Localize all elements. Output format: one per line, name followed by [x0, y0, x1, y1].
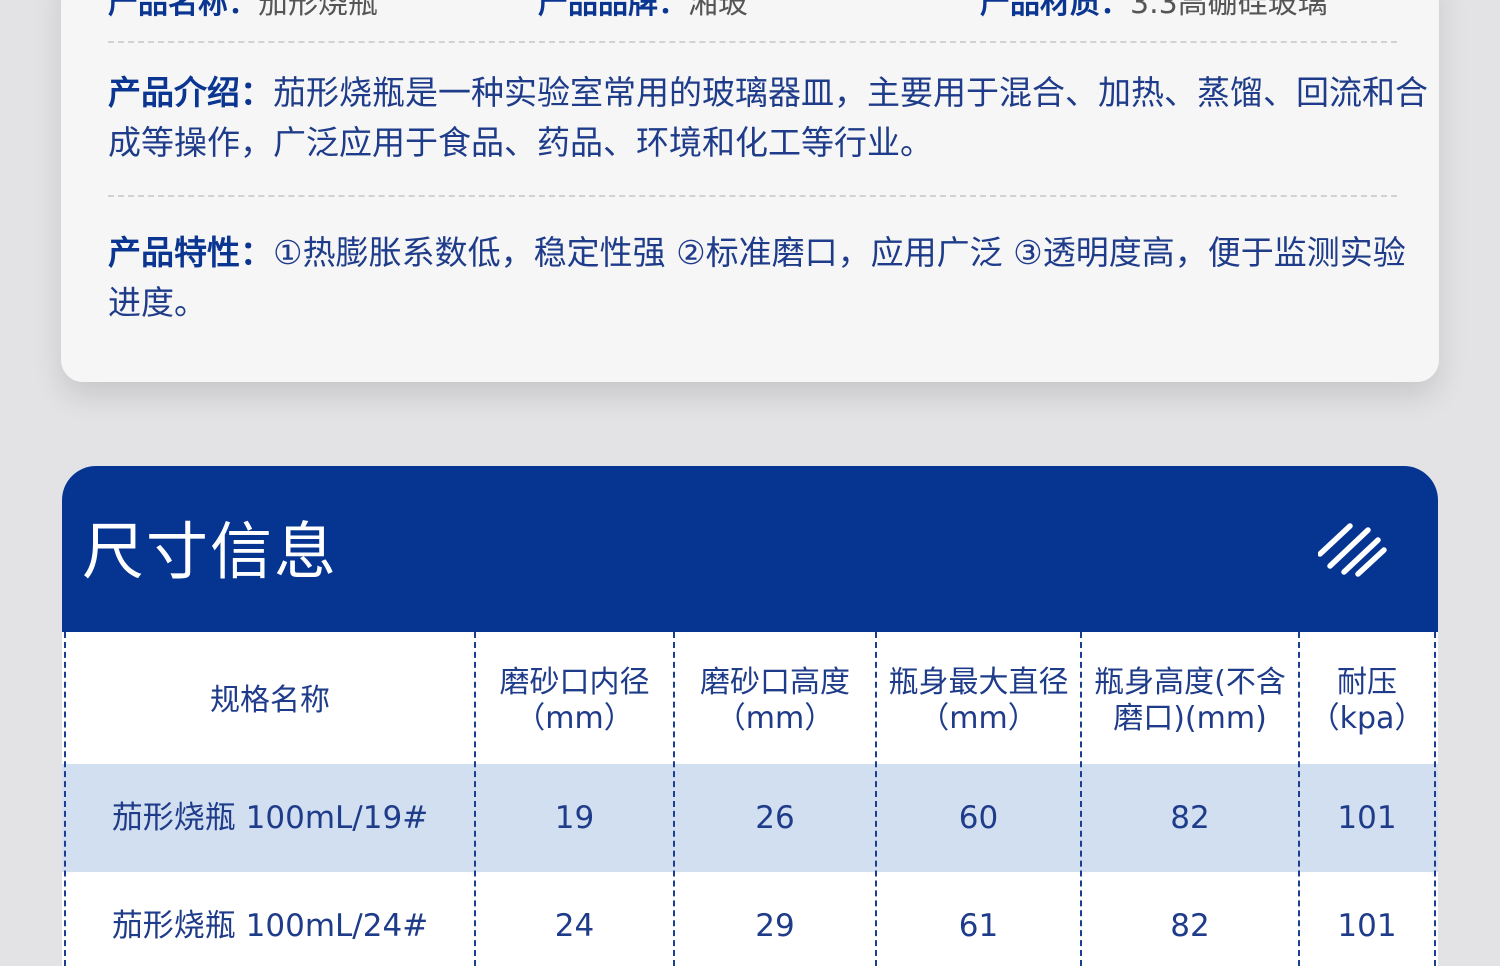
divider: [108, 41, 1397, 43]
product-features: 产品特性：①热膨胀系数低，稳定性强 ②标准磨口，应用广泛 ③透明度高，便于监测实…: [108, 228, 1428, 328]
product-intro: 产品介绍：茄形烧瓶是一种实验室常用的玻璃器皿，主要用于混合、加热、蒸馏、回流和合…: [108, 68, 1428, 168]
table-cell: 60: [958, 800, 999, 836]
product-name-label: 产品名称：: [108, 0, 258, 21]
product-intro-text: 茄形烧瓶是一种实验室常用的玻璃器皿，主要用于混合、加热、蒸馏、回流和合成等操作，…: [108, 73, 1428, 162]
table-header-text: （mm）: [515, 701, 634, 736]
table-header-cell: 磨砂口内径 （mm）: [475, 638, 674, 764]
table-header-text: 磨口)(mm): [1113, 701, 1267, 736]
table-header-cell: 磨砂口高度 （mm）: [674, 638, 876, 764]
product-brand-spec: 产品品牌：湘玻: [538, 0, 748, 24]
product-brand-label: 产品品牌：: [538, 0, 688, 21]
table-header-text: 磨砂口高度: [700, 665, 850, 700]
product-material-label: 产品材质：: [980, 0, 1130, 21]
table-cell: 29: [755, 908, 795, 944]
slash-lines-icon: [1318, 523, 1387, 577]
table-cell: 101: [1337, 800, 1397, 836]
divider: [108, 195, 1397, 197]
table-cell: 82: [1170, 908, 1210, 944]
size-table: 规格名称 磨砂口内径 （mm） 磨砂口高度 （mm） 瓶身最大直径 （mm） 瓶身高度(不含磨…: [62, 632, 1438, 966]
table-header-text: 瓶身高度(不含: [1094, 665, 1286, 700]
product-intro-label: 产品介绍：: [108, 73, 273, 112]
table-cell: 26: [755, 800, 795, 836]
size-info-card: 尺寸信息 规格名称 磨砂口内径 （mm） 磨砂口高度 （mm） 瓶身最大直径 （mm） 瓶身高…: [62, 466, 1438, 966]
product-name-spec: 产品名称：茄形烧瓶: [108, 0, 378, 24]
table-header-text: 耐压: [1337, 665, 1397, 700]
table-header-cell: 耐压 （kpa）: [1299, 638, 1435, 764]
product-material-spec: 产品材质：3.3高硼硅玻璃: [980, 0, 1328, 24]
table-cell: 82: [1170, 800, 1210, 836]
size-info-title: 尺寸信息: [82, 515, 339, 588]
table-header-text: （mm）: [715, 701, 835, 736]
product-material-value: 3.3高硼硅玻璃: [1130, 0, 1328, 21]
product-name-value: 茄形烧瓶: [258, 0, 378, 21]
table-cell: 24: [554, 908, 595, 944]
table-cell: 101: [1337, 908, 1397, 944]
product-spec-line: 产品名称：茄形烧瓶 产品品牌：湘玻 产品材质：3.3高硼硅玻璃: [108, 0, 1397, 24]
table-header-text: 瓶身最大直径: [888, 665, 1069, 700]
table-header-cell: 瓶身高度(不含 磨口)(mm): [1081, 638, 1299, 764]
table-header-cell: 瓶身最大直径 （mm）: [876, 638, 1081, 764]
table-header-cell: 规格名称: [65, 638, 475, 764]
product-brand-value: 湘玻: [688, 0, 748, 21]
product-features-text: ①热膨胀系数低，稳定性强 ②标准磨口，应用广泛 ③透明度高，便于监测实验进度。: [108, 233, 1406, 322]
table-header-text: （kpa）: [1309, 701, 1425, 736]
table-row-spec-name: 茄形烧瓶 100mL/19#: [111, 800, 429, 836]
table-header-text: 磨砂口内径: [499, 665, 650, 700]
table-row-spec-name: 茄形烧瓶 100mL/24#: [111, 908, 429, 944]
table-header-text: 规格名称: [210, 683, 330, 718]
table-cell: 19: [554, 800, 595, 836]
table-cell: 61: [958, 908, 999, 944]
product-features-label: 产品特性：: [108, 233, 273, 272]
size-info-header: 尺寸信息: [62, 466, 1438, 632]
product-info-card: 产品名称：茄形烧瓶 产品品牌：湘玻 产品材质：3.3高硼硅玻璃 产品介绍：茄形烧…: [61, 0, 1439, 382]
table-header-text: （mm）: [919, 701, 1038, 736]
